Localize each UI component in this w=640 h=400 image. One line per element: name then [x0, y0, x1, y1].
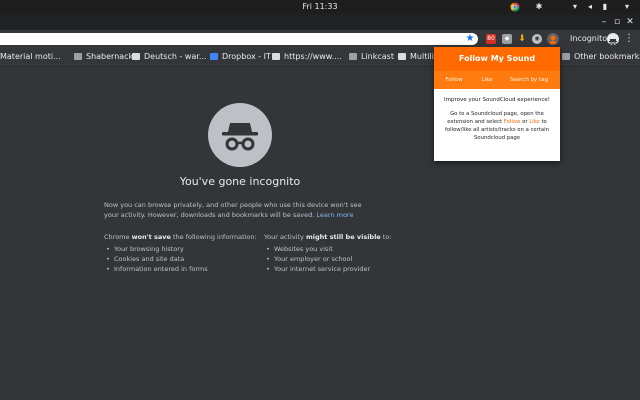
bookmark-item[interactable]: Dropbox - IT: [210, 49, 271, 65]
bookmark-item[interactable]: Shabernack: [74, 49, 133, 65]
battery-icon[interactable]: ▮: [600, 2, 610, 12]
list-item: Information entered in forms: [106, 264, 264, 274]
maximize-icon[interactable]: ▫: [611, 16, 623, 28]
list-item: Your employer or school: [266, 254, 424, 264]
page-title: You've gone incognito: [179, 175, 301, 188]
bookmark-item[interactable]: Deutsch - war...: [132, 49, 207, 65]
chrome-menu-icon[interactable]: ⋮: [624, 32, 634, 46]
bookmark-item[interactable]: Multilin: [398, 49, 434, 65]
list-item: Your browsing history: [106, 244, 264, 254]
folder-icon: [562, 53, 570, 60]
slack-icon[interactable]: ✱: [534, 2, 544, 12]
extension-badge-icon[interactable]: 80: [486, 34, 496, 44]
wont-save-heading: Chrome won't save the following informat…: [104, 233, 257, 241]
tab-strip: [0, 14, 640, 30]
popup-improve-text: Improve your SoundCloud experience!: [444, 97, 550, 103]
bookmark-star-icon[interactable]: ★: [464, 33, 476, 45]
doc-icon: [272, 53, 280, 60]
incognito-illustration-icon: [208, 103, 272, 167]
minimize-icon[interactable]: –: [598, 16, 610, 28]
chrome-icon[interactable]: [510, 2, 520, 12]
folder-icon: [349, 53, 357, 60]
list-item: Cookies and site data: [106, 254, 264, 264]
doc-icon: [132, 53, 140, 60]
learn-more-link[interactable]: Learn more: [316, 211, 353, 219]
list-item: Websites you visit: [266, 244, 424, 254]
popup-instructions: Go to a Soundcloud page, open the extens…: [444, 111, 550, 141]
volume-icon[interactable]: ◂: [585, 2, 595, 12]
popup-tab-follow[interactable]: Follow: [434, 71, 474, 89]
download-icon[interactable]: ⬇: [517, 34, 527, 44]
network-icon[interactable]: ▾: [570, 2, 580, 12]
still-visible-column: Your activity might still be visible to:…: [264, 232, 424, 274]
still-visible-heading: Your activity might still be visible to:: [264, 233, 392, 241]
extension-puzzle-icon[interactable]: ◆: [502, 34, 512, 44]
dropbox-icon: [210, 53, 218, 60]
list-item: Your internet service provider: [266, 264, 424, 274]
incognito-avatar-icon[interactable]: [607, 33, 619, 46]
bookmark-item[interactable]: https://www....: [272, 49, 342, 65]
bookmark-other[interactable]: Other bookmarks: [562, 49, 640, 65]
doc-icon: [398, 53, 406, 60]
popup-tab-search-by-tag[interactable]: Search by tag: [500, 71, 558, 89]
incognito-label[interactable]: Incognito: [570, 32, 607, 46]
address-bar[interactable]: [0, 33, 478, 45]
os-clock[interactable]: Fri 11:33: [0, 0, 640, 14]
system-menu-icon[interactable]: ▾: [622, 2, 632, 12]
folder-icon: [74, 53, 82, 60]
bookmark-item[interactable]: Linkcast: [349, 49, 394, 65]
follow-my-sound-extension-icon[interactable]: [547, 33, 559, 45]
extension-circle-icon[interactable]: ◉: [532, 34, 542, 44]
page-description: Now you can browse privately, and other …: [104, 201, 362, 219]
bookmark-item[interactable]: Material moti...: [0, 49, 61, 65]
popup-title: Follow My Sound: [434, 47, 560, 71]
wont-save-column: Chrome won't save the following informat…: [104, 232, 264, 274]
close-icon[interactable]: ✕: [624, 16, 636, 28]
popup-tab-like[interactable]: Like: [474, 71, 500, 89]
